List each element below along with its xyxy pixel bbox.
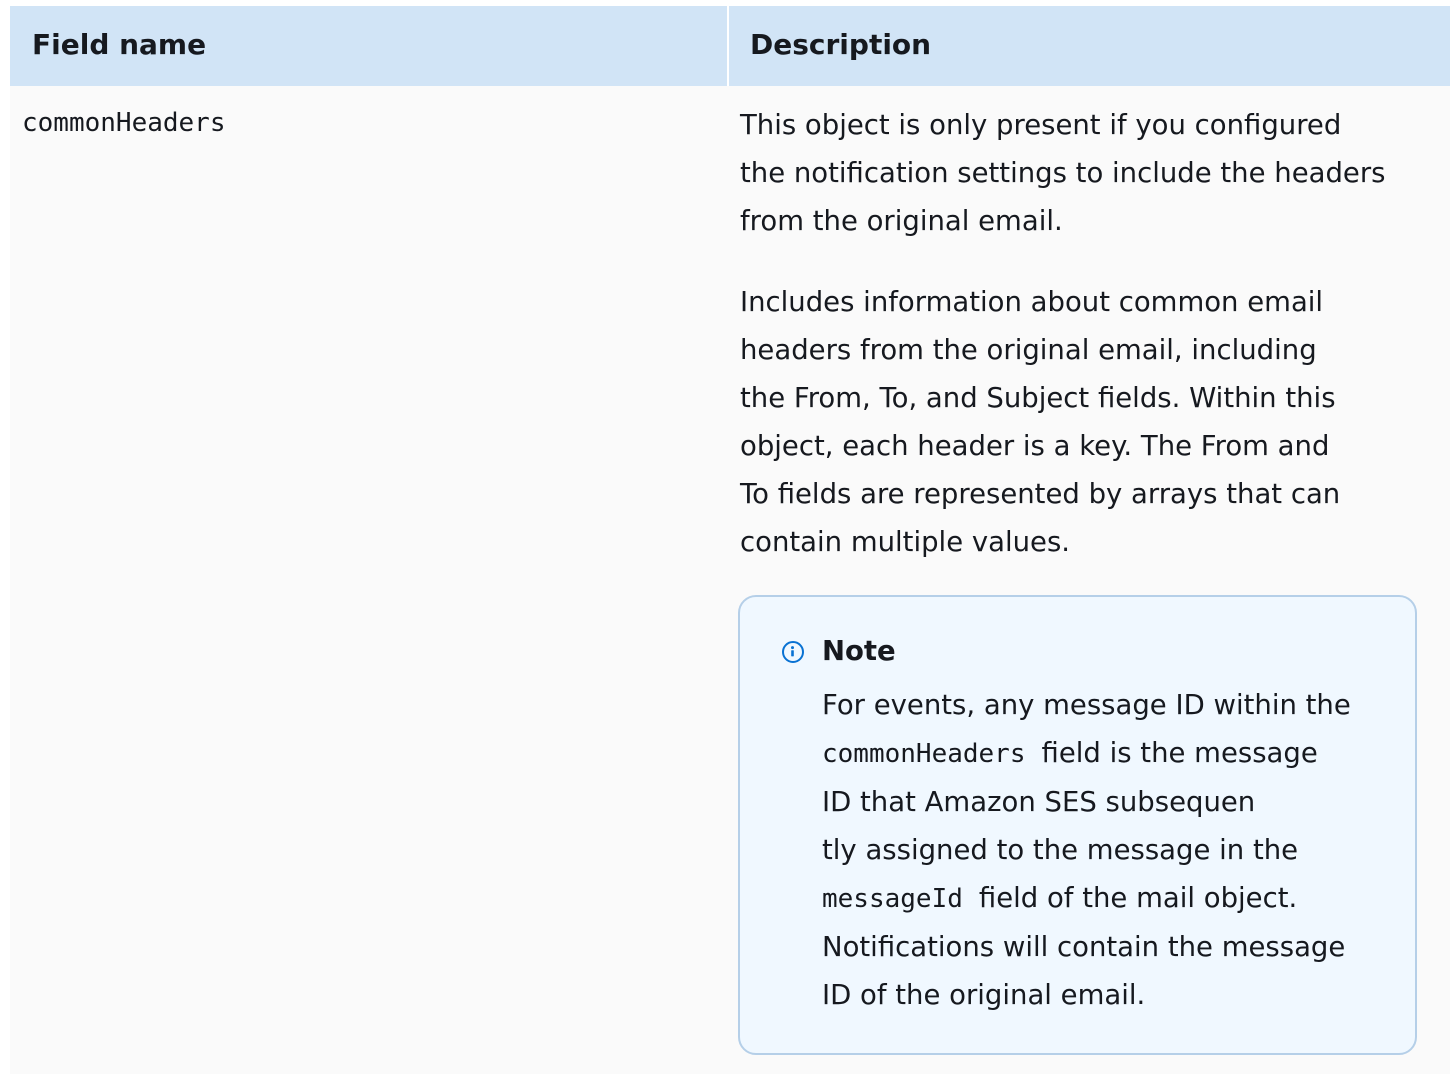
column-header-description: Description — [750, 28, 932, 61]
note-line: For events, any message ID within the — [822, 689, 1351, 721]
note-title: Note — [822, 635, 896, 667]
field-name-cell: commonHeaders — [22, 108, 226, 138]
note-text: field is the message — [1041, 737, 1318, 769]
note-callout: Note For events, any message ID within t… — [738, 595, 1417, 1055]
note-body: For events, any message ID within the co… — [822, 681, 1412, 1019]
inline-code: commonHeaders — [822, 739, 1026, 769]
note-line: tly assigned to the message in the — [822, 834, 1299, 866]
description-line: This object is only present if you confi… — [740, 109, 1342, 141]
description-line: object, each header is a key. The From a… — [740, 430, 1330, 462]
column-divider — [727, 6, 729, 86]
description-line: contain multiple values. — [740, 526, 1071, 558]
note-line: ID that Amazon SES subsequen — [822, 786, 1256, 818]
note-text: field of the mail object. — [978, 882, 1298, 914]
info-icon — [782, 641, 804, 663]
note-line: Notifications will contain the message — [822, 931, 1346, 963]
description-line: the From, To, and Subject fields. Within… — [740, 382, 1336, 414]
table-header-row: Field name Description — [10, 6, 1450, 86]
note-line: messageId field of the mail object. — [822, 874, 1412, 923]
description-paragraph-2: Includes information about common email … — [740, 278, 1440, 566]
description-line: the notification settings to include the… — [740, 157, 1386, 189]
description-line: Includes information about common email — [740, 286, 1324, 318]
description-line: from the original email. — [740, 205, 1063, 237]
description-line: To fields are represented by arrays that… — [740, 478, 1341, 510]
inline-code: messageId — [822, 884, 963, 914]
note-line: commonHeaders field is the message — [822, 729, 1412, 778]
description-line: headers from the original email, includi… — [740, 334, 1317, 366]
description-paragraph-1: This object is only present if you confi… — [740, 101, 1440, 245]
note-line: ID of the original email. — [822, 979, 1146, 1011]
column-header-field-name: Field name — [32, 28, 207, 61]
